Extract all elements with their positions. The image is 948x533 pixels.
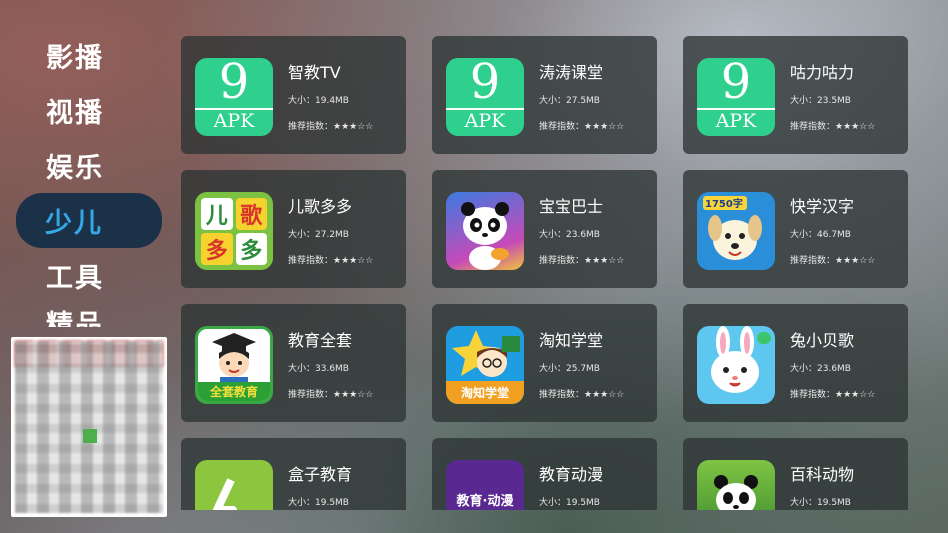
app-card[interactable]: 9 APK 涛涛课堂 大小：27.5MB 推荐指数：★★★☆☆ <box>432 36 657 154</box>
app-size: 大小：27.5MB <box>539 96 600 106</box>
app-card[interactable]: 淘知学堂 淘知学堂 大小：25.7MB 推荐指数：★★★☆☆ <box>432 304 657 422</box>
nav-item-entertainment[interactable]: 娱乐 <box>16 138 164 193</box>
animation-icon: 教育·动漫 <box>446 460 524 510</box>
app-size: 大小：27.2MB <box>288 230 349 240</box>
app-grid: 9 APK 智教TV 大小：19.4MB 推荐指数：★★★☆☆ 9 APK 涛涛… <box>181 36 908 510</box>
app-size: 大小：23.5MB <box>790 96 851 106</box>
app-name: 宝宝巴士 <box>539 197 604 216</box>
app-name: 盒子教育 <box>288 465 353 484</box>
apk-icon: 9 APK <box>446 58 524 136</box>
puppy-icon: 1750字 <box>697 192 775 270</box>
apk-icon: 9 APK <box>195 58 273 136</box>
app-name: 教育动漫 <box>539 465 604 484</box>
app-name: 淘知学堂 <box>539 331 604 350</box>
graduate-icon: 全套教育 <box>195 326 273 404</box>
app-card[interactable]: 9 APK 智教TV 大小：19.4MB 推荐指数：★★★☆☆ <box>181 36 406 154</box>
app-rating: 推荐指数：★★★☆☆ <box>539 390 625 400</box>
app-size: 大小：33.6MB <box>288 364 349 374</box>
app-card[interactable]: 全套教育 教育全套 大小：33.6MB 推荐指数：★★★☆☆ <box>181 304 406 422</box>
apk-icon: 9 APK <box>697 58 775 136</box>
app-card[interactable]: 兔小贝歌 大小：23.6MB 推荐指数：★★★☆☆ <box>683 304 908 422</box>
app-size: 大小：23.6MB <box>790 364 851 374</box>
app-name: 百科动物 <box>790 465 855 484</box>
panda-icon <box>446 192 524 270</box>
app-rating: 推荐指数：★★★☆☆ <box>288 390 374 400</box>
app-card[interactable]: 1750字 快学汉字 大小：46.7MB 推荐指数：★★★☆☆ <box>683 170 908 288</box>
nav-item-tools[interactable]: 工具 <box>16 248 164 303</box>
app-card[interactable]: 儿 歌 多 多 儿歌多多 大小：27.2MB 推荐指数：★★★☆☆ <box>181 170 406 288</box>
star-icon: 淘知学堂 <box>446 326 524 404</box>
app-card[interactable]: 盒子教育 大小：19.5MB <box>181 438 406 510</box>
app-rating: 推荐指数：★★★☆☆ <box>790 390 876 400</box>
app-name: 教育全套 <box>288 331 353 350</box>
app-card[interactable]: 宝宝巴士 大小：23.6MB 推荐指数：★★★☆☆ <box>432 170 657 288</box>
app-size: 大小：25.7MB <box>539 364 600 374</box>
app-size: 大小：19.4MB <box>288 96 349 106</box>
nav-item-movies[interactable]: 影播 <box>16 28 164 83</box>
app-name: 快学汉字 <box>790 197 855 216</box>
nav-item-video[interactable]: 视播 <box>16 83 164 138</box>
app-name: 咕力咕力 <box>790 63 855 82</box>
erge-icon: 儿 歌 多 多 <box>195 192 273 270</box>
app-name: 涛涛课堂 <box>539 63 604 82</box>
app-rating: 推荐指数：★★★☆☆ <box>288 256 374 266</box>
nav-item-kids[interactable]: 少儿 <box>16 193 162 248</box>
qr-code-overlay <box>11 337 167 517</box>
app-name: 智教TV <box>288 63 341 82</box>
app-rating: 推荐指数：★★★☆☆ <box>539 122 625 132</box>
rabbit-icon <box>697 326 775 404</box>
app-rating: 推荐指数：★★★☆☆ <box>288 122 374 132</box>
app-name: 儿歌多多 <box>288 197 353 216</box>
app-size: 大小：23.6MB <box>539 230 600 240</box>
app-size: 大小：19.5MB <box>539 498 600 508</box>
app-card[interactable]: 百科动物 大小：19.5MB <box>683 438 908 510</box>
app-card[interactable]: 9 APK 咕力咕力 大小：23.5MB 推荐指数：★★★☆☆ <box>683 36 908 154</box>
app-size: 大小：19.5MB <box>288 498 349 508</box>
nav-item-featured[interactable]: 精品 <box>16 303 164 327</box>
app-size: 大小：19.5MB <box>790 498 851 508</box>
app-size: 大小：46.7MB <box>790 230 851 240</box>
app-card[interactable]: 教育·动漫 教育动漫 大小：19.5MB <box>432 438 657 510</box>
box-icon <box>195 460 273 510</box>
panda-animal-icon <box>697 460 775 510</box>
app-rating: 推荐指数：★★★☆☆ <box>539 256 625 266</box>
category-sidebar: 影播 视播 娱乐 少儿 工具 精品 <box>16 28 164 327</box>
app-rating: 推荐指数：★★★☆☆ <box>790 256 876 266</box>
app-rating: 推荐指数：★★★☆☆ <box>790 122 876 132</box>
app-name: 兔小贝歌 <box>790 331 855 350</box>
